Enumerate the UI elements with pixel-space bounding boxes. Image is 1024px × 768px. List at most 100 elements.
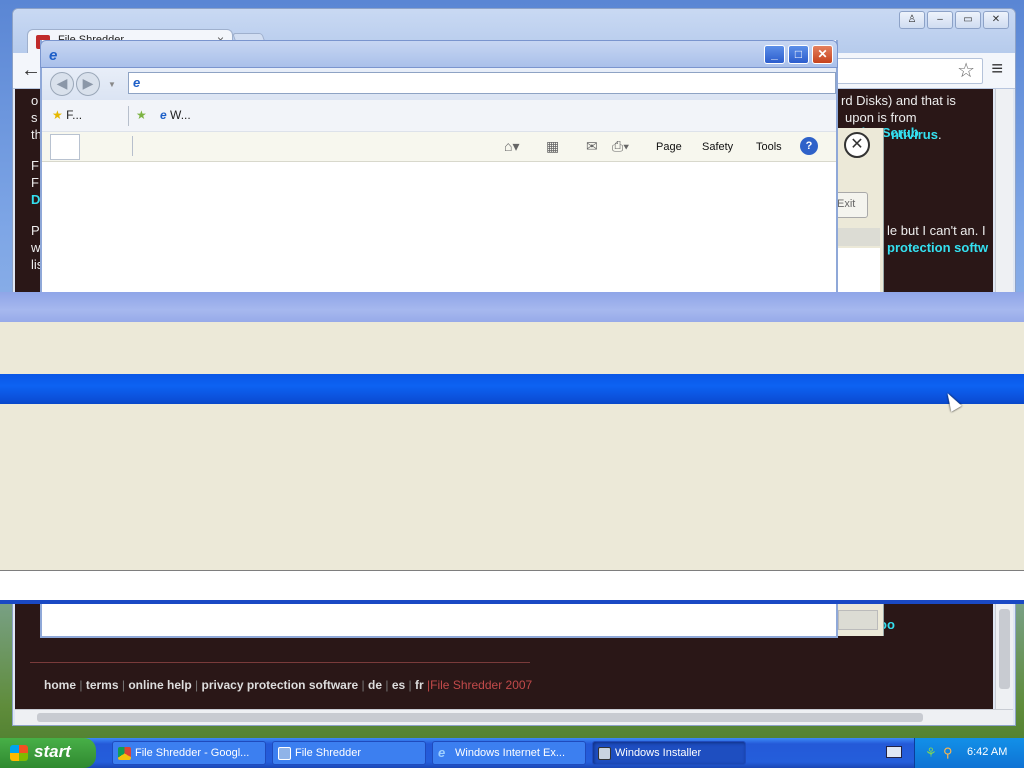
ie-icon: e (438, 745, 446, 760)
ie-command-bar: ⌂▾ ▦ ✉ ⎙▾ Page Safety Tools ? (42, 132, 836, 162)
tools-menu[interactable]: Tools (756, 141, 782, 153)
favorites-star-icon: ★ (52, 108, 63, 122)
page-text-fragment: le but I can't an. I (887, 223, 986, 238)
footer-link-terms[interactable]: terms (86, 678, 119, 692)
start-button[interactable]: start (0, 738, 96, 768)
clock: 6:42 AM (967, 746, 1008, 758)
chrome-window-controls: ♙ – ▭ ✕ (899, 11, 1009, 29)
footer-separator: | (408, 678, 412, 692)
footer-link-online-help[interactable]: online help (128, 678, 191, 692)
ie-maximize-button[interactable]: □ (788, 45, 809, 64)
footer-separator: | (195, 678, 199, 692)
chrome-icon (118, 747, 131, 760)
add-to-favorites-button[interactable]: ★ (136, 108, 147, 122)
footer-separator: | (385, 678, 389, 692)
protection-software-link[interactable]: protection softw (887, 240, 988, 255)
footer-link-home[interactable]: home (44, 678, 76, 692)
page-text-fragment: P (31, 223, 40, 238)
ie-minimize-button[interactable]: _ (764, 45, 785, 64)
taskbar-item-file-shredder[interactable]: File Shredder (272, 741, 426, 765)
page-text-fragment: upon is from (845, 110, 917, 125)
chrome-menu-icon[interactable]: ≡ (991, 58, 1003, 81)
footer-link-fr[interactable]: fr (415, 678, 424, 692)
taskbar-item-label: File Shredder (295, 747, 362, 759)
taskbar-item-label: Windows Installer (615, 747, 702, 759)
add-favorite-star-icon: ★ (136, 108, 147, 122)
rss-feed-icon[interactable]: ▦ (546, 138, 559, 155)
taskbar-item-label: File Shredder - Googl... (135, 747, 250, 759)
resize-grip-icon[interactable] (838, 610, 878, 630)
page-text-fragment: F (31, 158, 39, 173)
taskbar-item-chrome[interactable]: File Shredder - Googl... (112, 741, 266, 765)
file-shredder-icon (278, 747, 291, 760)
page-icon: e (133, 75, 141, 90)
page-text-fragment: o (31, 93, 39, 108)
footer-link-es[interactable]: es (392, 678, 405, 692)
installer-titlebar[interactable] (0, 374, 1024, 404)
page-text-fragment: F (31, 175, 39, 190)
chrome-close-button[interactable]: ✕ (983, 11, 1009, 29)
search-icon[interactable]: ⚲ (943, 745, 953, 761)
favorites-label: F... (66, 108, 83, 122)
footer-link-de[interactable]: de (368, 678, 382, 692)
footer-copyright: |File Shredder 2007 (427, 678, 533, 692)
web-slice-icon: e (160, 108, 167, 122)
recent-pages-dropdown-icon[interactable]: ▼ (108, 80, 116, 89)
web-slice-button[interactable]: e W... (160, 108, 191, 122)
page-menu[interactable]: Page (656, 141, 682, 153)
safety-menu[interactable]: Safety (702, 141, 733, 153)
start-label: start (34, 742, 71, 761)
web-slice-label: W... (170, 108, 191, 122)
installer-inactive-band (0, 292, 1024, 322)
back-arrow-icon[interactable]: ← (21, 59, 41, 82)
network-icon[interactable]: ⚘ (925, 745, 937, 761)
scroll-thumb[interactable] (37, 713, 923, 722)
page-text-fragment: . (937, 127, 942, 142)
address-bar[interactable]: e (128, 72, 836, 94)
keyboard-language-icon[interactable] (886, 746, 902, 758)
system-tray: ⚘ ⚲ 6:42 AM (914, 738, 1024, 768)
ie-new-tab[interactable] (50, 134, 80, 160)
antivirus-link[interactable]: ntivirus (891, 127, 938, 142)
footer-links: home | terms | online help | privacy pro… (44, 678, 532, 692)
toolbar-separator (132, 136, 133, 156)
windows-installer-window (0, 292, 1024, 604)
chrome-minimize-button[interactable]: – (927, 11, 953, 29)
windows-flag-icon (10, 745, 28, 761)
page-text-fragment: s (31, 110, 38, 125)
ie-logo-icon: e (49, 47, 58, 64)
taskbar-item-label: Windows Internet Ex... (455, 747, 566, 759)
profile-icon[interactable]: ♙ (899, 11, 925, 29)
scroll-thumb[interactable] (999, 609, 1010, 689)
installer-bottom-border (0, 600, 1024, 604)
bookmark-star-icon[interactable]: ☆ (957, 58, 975, 83)
footer-link-privacy-protection-software[interactable]: privacy protection software (201, 678, 358, 692)
forward-button[interactable]: ▶ (76, 72, 100, 96)
print-icon[interactable]: ⎙▾ (612, 138, 629, 155)
footer-separator: | (361, 678, 365, 692)
page-footer: home | terms | online help | privacy pro… (30, 662, 990, 702)
taskbar-item-internet-explorer[interactable]: e Windows Internet Ex... (432, 741, 586, 765)
ie-favorites-bar: ★ F... ★ e W... (42, 100, 836, 132)
home-icon[interactable]: ⌂▾ (504, 138, 519, 155)
footer-separator: | (79, 678, 83, 692)
horizontal-scrollbar[interactable] (15, 709, 1013, 725)
footer-separator: | (121, 678, 125, 692)
ie-window-controls: _ □ ✕ (764, 45, 833, 64)
page-text-fragment: rd Disks) and that is (841, 93, 956, 108)
ie-close-button[interactable]: ✕ (812, 45, 833, 64)
back-button[interactable]: ◀ (50, 72, 74, 96)
close-icon[interactable]: ✕ (844, 132, 870, 158)
ie-navigation-bar: ◀ ▶ ▼ e (42, 68, 836, 100)
ie-titlebar[interactable]: e _ □ ✕ (40, 40, 838, 68)
page-link-fragment[interactable]: D (31, 192, 40, 207)
help-icon[interactable]: ? (800, 137, 818, 155)
mail-icon[interactable]: ✉ (586, 138, 598, 155)
footer-divider (30, 662, 530, 663)
taskbar-item-windows-installer[interactable]: Windows Installer (592, 741, 746, 765)
chrome-restore-button[interactable]: ▭ (955, 11, 981, 29)
favorites-button[interactable]: ★ F... (52, 108, 82, 122)
taskbar: start File Shredder - Googl... File Shre… (0, 738, 1024, 768)
installer-white-strip (0, 570, 1024, 600)
page-text-fragment: w (31, 240, 41, 255)
